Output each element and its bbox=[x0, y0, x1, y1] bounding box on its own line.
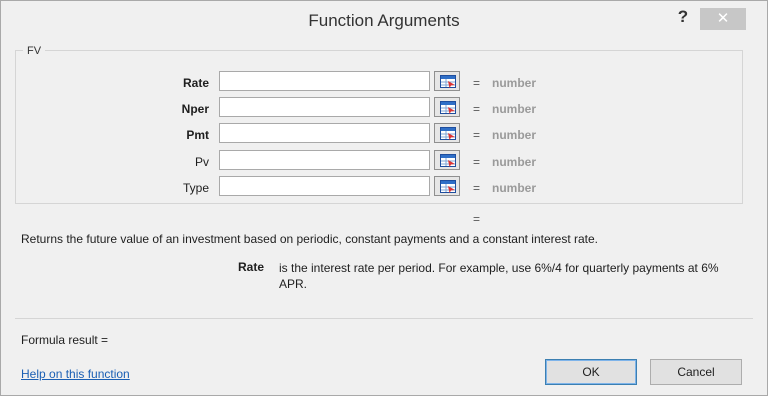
pv-type: number bbox=[492, 155, 537, 169]
formula-result: Formula result = bbox=[21, 333, 109, 347]
rate-type: number bbox=[492, 76, 537, 90]
collapse-dialog-icon bbox=[440, 127, 456, 140]
nper-input[interactable] bbox=[219, 97, 430, 117]
collapse-dialog-icon bbox=[440, 180, 456, 193]
title-bar: Function Arguments ? ✕ bbox=[1, 1, 767, 43]
rate-equals: = bbox=[473, 76, 481, 90]
help-on-function-link[interactable]: Help on this function bbox=[21, 367, 130, 381]
help-button[interactable]: ? bbox=[673, 7, 693, 29]
function-name-label: FV bbox=[23, 45, 46, 57]
nper-ref-button[interactable] bbox=[434, 97, 460, 117]
type-input[interactable] bbox=[219, 176, 430, 196]
pv-input[interactable] bbox=[219, 150, 430, 170]
type-ref-button[interactable] bbox=[434, 176, 460, 196]
collapse-dialog-icon bbox=[440, 101, 456, 114]
function-description: Returns the future value of an investmen… bbox=[21, 232, 599, 246]
function-result-equals: = bbox=[473, 212, 481, 226]
nper-equals: = bbox=[473, 102, 481, 116]
rate-ref-button[interactable] bbox=[434, 71, 460, 91]
arg-help-text: is the interest rate per period. For exa… bbox=[279, 261, 719, 291]
cancel-button[interactable]: Cancel bbox=[650, 359, 742, 385]
pmt-input[interactable] bbox=[219, 123, 430, 143]
type-type: number bbox=[492, 181, 537, 195]
collapse-dialog-icon bbox=[440, 75, 456, 88]
arg-label-type: Type bbox=[182, 181, 209, 195]
arg-help-name: Rate bbox=[238, 260, 265, 274]
arg-label-pmt: Pmt bbox=[186, 128, 209, 142]
ok-button[interactable]: OK bbox=[545, 359, 637, 385]
close-icon: ✕ bbox=[716, 10, 730, 27]
rate-input[interactable] bbox=[219, 71, 430, 91]
type-equals: = bbox=[473, 181, 481, 195]
arg-label-nper: Nper bbox=[181, 102, 209, 116]
pmt-ref-button[interactable] bbox=[434, 123, 460, 143]
function-arguments-dialog: Function Arguments ? ✕ FV Rate = number … bbox=[0, 0, 768, 396]
pmt-equals: = bbox=[473, 128, 481, 142]
pv-equals: = bbox=[473, 155, 481, 169]
pmt-type: number bbox=[492, 128, 537, 142]
separator bbox=[15, 318, 753, 319]
pv-ref-button[interactable] bbox=[434, 150, 460, 170]
close-button[interactable]: ✕ bbox=[700, 8, 746, 30]
collapse-dialog-icon bbox=[440, 154, 456, 167]
arg-label-rate: Rate bbox=[182, 76, 209, 90]
nper-type: number bbox=[492, 102, 537, 116]
arg-label-pv: Pv bbox=[194, 155, 209, 169]
dialog-title: Function Arguments bbox=[308, 11, 460, 30]
